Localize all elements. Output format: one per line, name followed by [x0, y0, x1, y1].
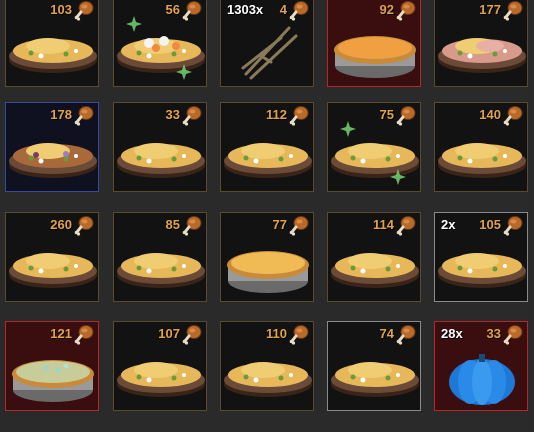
inventory-slot[interactable]: 2x 105 [434, 212, 528, 302]
drumstick-icon [288, 323, 310, 345]
drumstick-icon [502, 214, 524, 236]
stat-value: 92 [379, 2, 394, 17]
drumstick-icon [73, 323, 95, 345]
drumstick-icon [288, 104, 310, 126]
stat-value: 107 [158, 326, 180, 341]
inventory-slot[interactable]: 33 [113, 102, 207, 192]
inventory-slot[interactable]: 75 [327, 102, 421, 192]
drumstick-icon [181, 0, 203, 21]
drumstick-icon [181, 323, 203, 345]
inventory-slot[interactable]: 85 [113, 212, 207, 302]
inventory-slot[interactable]: 56 [113, 0, 207, 87]
inventory-slot[interactable]: 140 [434, 102, 528, 192]
drumstick-icon [502, 323, 524, 345]
drumstick-icon [181, 104, 203, 126]
stat-value: 112 [266, 107, 287, 122]
stat-value: 85 [165, 217, 180, 232]
stat-value: 114 [373, 217, 394, 232]
inventory-slot[interactable]: 107 [113, 321, 207, 411]
stat-value: 75 [379, 107, 394, 122]
inventory-slot[interactable]: 110 [220, 321, 314, 411]
stat-value: 56 [165, 2, 180, 17]
inventory-slot[interactable]: 92 [327, 0, 421, 87]
drumstick-icon [395, 104, 417, 126]
drumstick-icon [502, 104, 524, 126]
stat-value: 4 [279, 2, 287, 17]
item-quantity: 1303x [227, 2, 264, 17]
stat-value: 77 [272, 217, 287, 232]
stat-value: 177 [479, 2, 501, 17]
inventory-grid: 103 56 1303x 4 92 177 178 33 112 75 140 260 85 77 114 2… [0, 0, 534, 432]
stat-value: 140 [479, 107, 501, 122]
inventory-slot[interactable]: 112 [220, 102, 314, 192]
inventory-slot[interactable]: 1303x 4 [220, 0, 314, 87]
item-quantity: 28x [441, 326, 463, 341]
inventory-slot[interactable]: 103 [5, 0, 99, 87]
stat-value: 105 [479, 217, 501, 232]
drumstick-icon [181, 214, 203, 236]
drumstick-icon [395, 0, 417, 21]
item-quantity: 2x [441, 217, 456, 232]
inventory-slot[interactable]: 177 [434, 0, 528, 87]
stat-value: 110 [266, 326, 287, 341]
drumstick-icon [395, 323, 417, 345]
drumstick-icon [73, 0, 95, 21]
stat-value: 33 [486, 326, 501, 341]
drumstick-icon [73, 214, 95, 236]
inventory-slot[interactable]: 74 [327, 321, 421, 411]
stat-value: 178 [50, 107, 72, 122]
inventory-slot[interactable]: 260 [5, 212, 99, 302]
drumstick-icon [288, 214, 310, 236]
inventory-slot[interactable]: 121 [5, 321, 99, 411]
stat-value: 260 [50, 217, 72, 232]
stat-value: 103 [50, 2, 72, 17]
stat-value: 74 [379, 326, 394, 341]
stat-value: 33 [165, 107, 180, 122]
drumstick-icon [73, 104, 95, 126]
drumstick-icon [288, 0, 310, 21]
inventory-slot[interactable]: 178 [5, 102, 99, 192]
inventory-slot[interactable]: 28x 33 [434, 321, 528, 411]
inventory-slot[interactable]: 114 [327, 212, 421, 302]
inventory-slot[interactable]: 77 [220, 212, 314, 302]
drumstick-icon [502, 0, 524, 21]
drumstick-icon [395, 214, 417, 236]
stat-value: 121 [50, 326, 72, 341]
